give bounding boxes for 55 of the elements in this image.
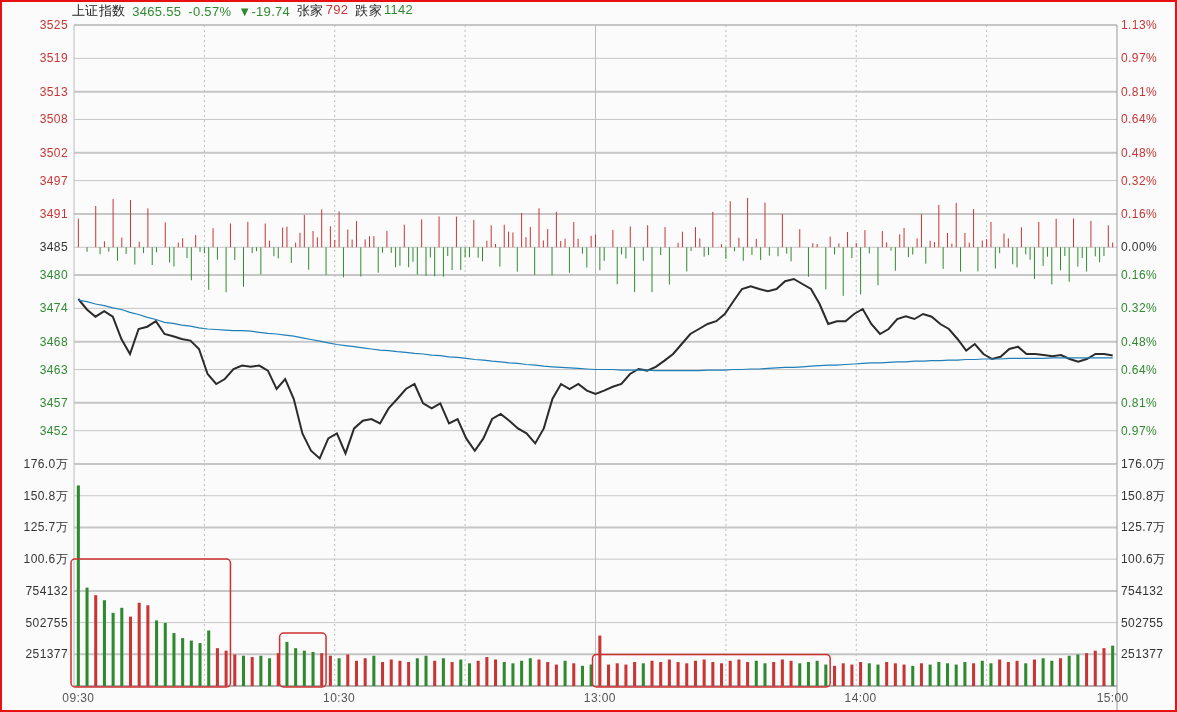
percent-axis-label: 0.64% (1121, 362, 1158, 377)
price-axis-label: 3519 (39, 51, 68, 66)
percent-axis-label: 0.48% (1121, 334, 1158, 349)
percent-axis-label: 0.32% (1121, 301, 1158, 316)
percent-axis-label: 0.32% (1121, 173, 1158, 188)
time-axis-label: 15:00 (1096, 691, 1129, 705)
price-axis-label: 3502 (39, 145, 68, 160)
price-axis-label: 3525 (39, 18, 68, 32)
volume-axis-label: 176.0万 (23, 457, 68, 472)
price-axis-label: 3508 (39, 112, 68, 127)
time-axis-label: 13:00 (583, 691, 616, 705)
percent-axis-label: 0.00% (1121, 240, 1158, 255)
decliners-label: 跌家 (355, 2, 382, 20)
percent-axis-label: 0.16% (1121, 268, 1158, 283)
percent-axis-label: 0.81% (1121, 84, 1158, 99)
percent-axis-label: 1.13% (1121, 18, 1158, 32)
advancers-count: 792 (325, 2, 349, 19)
volume-axis-label: 251377 (1121, 647, 1164, 662)
volume-axis-label: 150.8万 (23, 488, 68, 503)
change-percent: -0.57% (188, 3, 232, 19)
volume-axis-label: 125.7万 (1121, 520, 1166, 535)
index-name: 上证指数 (72, 2, 126, 20)
price-axis-label: 3468 (39, 334, 68, 349)
price-axis-label: 3474 (39, 301, 68, 316)
change-value: ▼-19.74 (238, 3, 291, 19)
index-price: 3465.55 (132, 3, 182, 19)
price-axis-label: 3497 (39, 173, 68, 188)
decliners-count: 1142 (383, 2, 414, 19)
time-axis-label: 14:00 (844, 691, 877, 705)
time-axis-label: 10:30 (323, 691, 356, 705)
price-axis-label: 3480 (39, 268, 68, 283)
price-axis-label: 3491 (39, 206, 68, 221)
advancers-label: 张家 (297, 2, 324, 20)
volume-axis-label: 100.6万 (23, 552, 68, 567)
price-axis-label: 3463 (39, 362, 68, 377)
price-axis-label: 3452 (39, 423, 68, 438)
percent-axis-label: 0.81% (1121, 395, 1158, 410)
price-axis-label: 3513 (39, 84, 68, 99)
volume-axis-label: 125.7万 (23, 520, 68, 535)
volume-axis-label: 502755 (1121, 615, 1164, 630)
price-axis-label: 3457 (39, 395, 68, 410)
percent-axis-label: 0.64% (1121, 112, 1158, 127)
percent-axis-label: 0.97% (1121, 51, 1158, 66)
time-axis-label: 09:30 (62, 691, 95, 705)
volume-axis-label: 150.8万 (1121, 488, 1166, 503)
volume-axis-label: 251377 (25, 647, 68, 662)
percent-axis-label: 0.16% (1121, 206, 1158, 221)
volume-axis-label: 100.6万 (1121, 552, 1166, 567)
volume-axis-label: 502755 (25, 615, 68, 630)
price-axis-label: 3485 (39, 240, 68, 255)
percent-axis-label: 0.48% (1121, 145, 1158, 160)
volume-axis-label: 754132 (1121, 583, 1164, 598)
volume-axis-label: 754132 (25, 583, 68, 598)
percent-axis-label: 0.97% (1121, 423, 1158, 438)
volume-axis-label: 176.0万 (1121, 457, 1166, 472)
